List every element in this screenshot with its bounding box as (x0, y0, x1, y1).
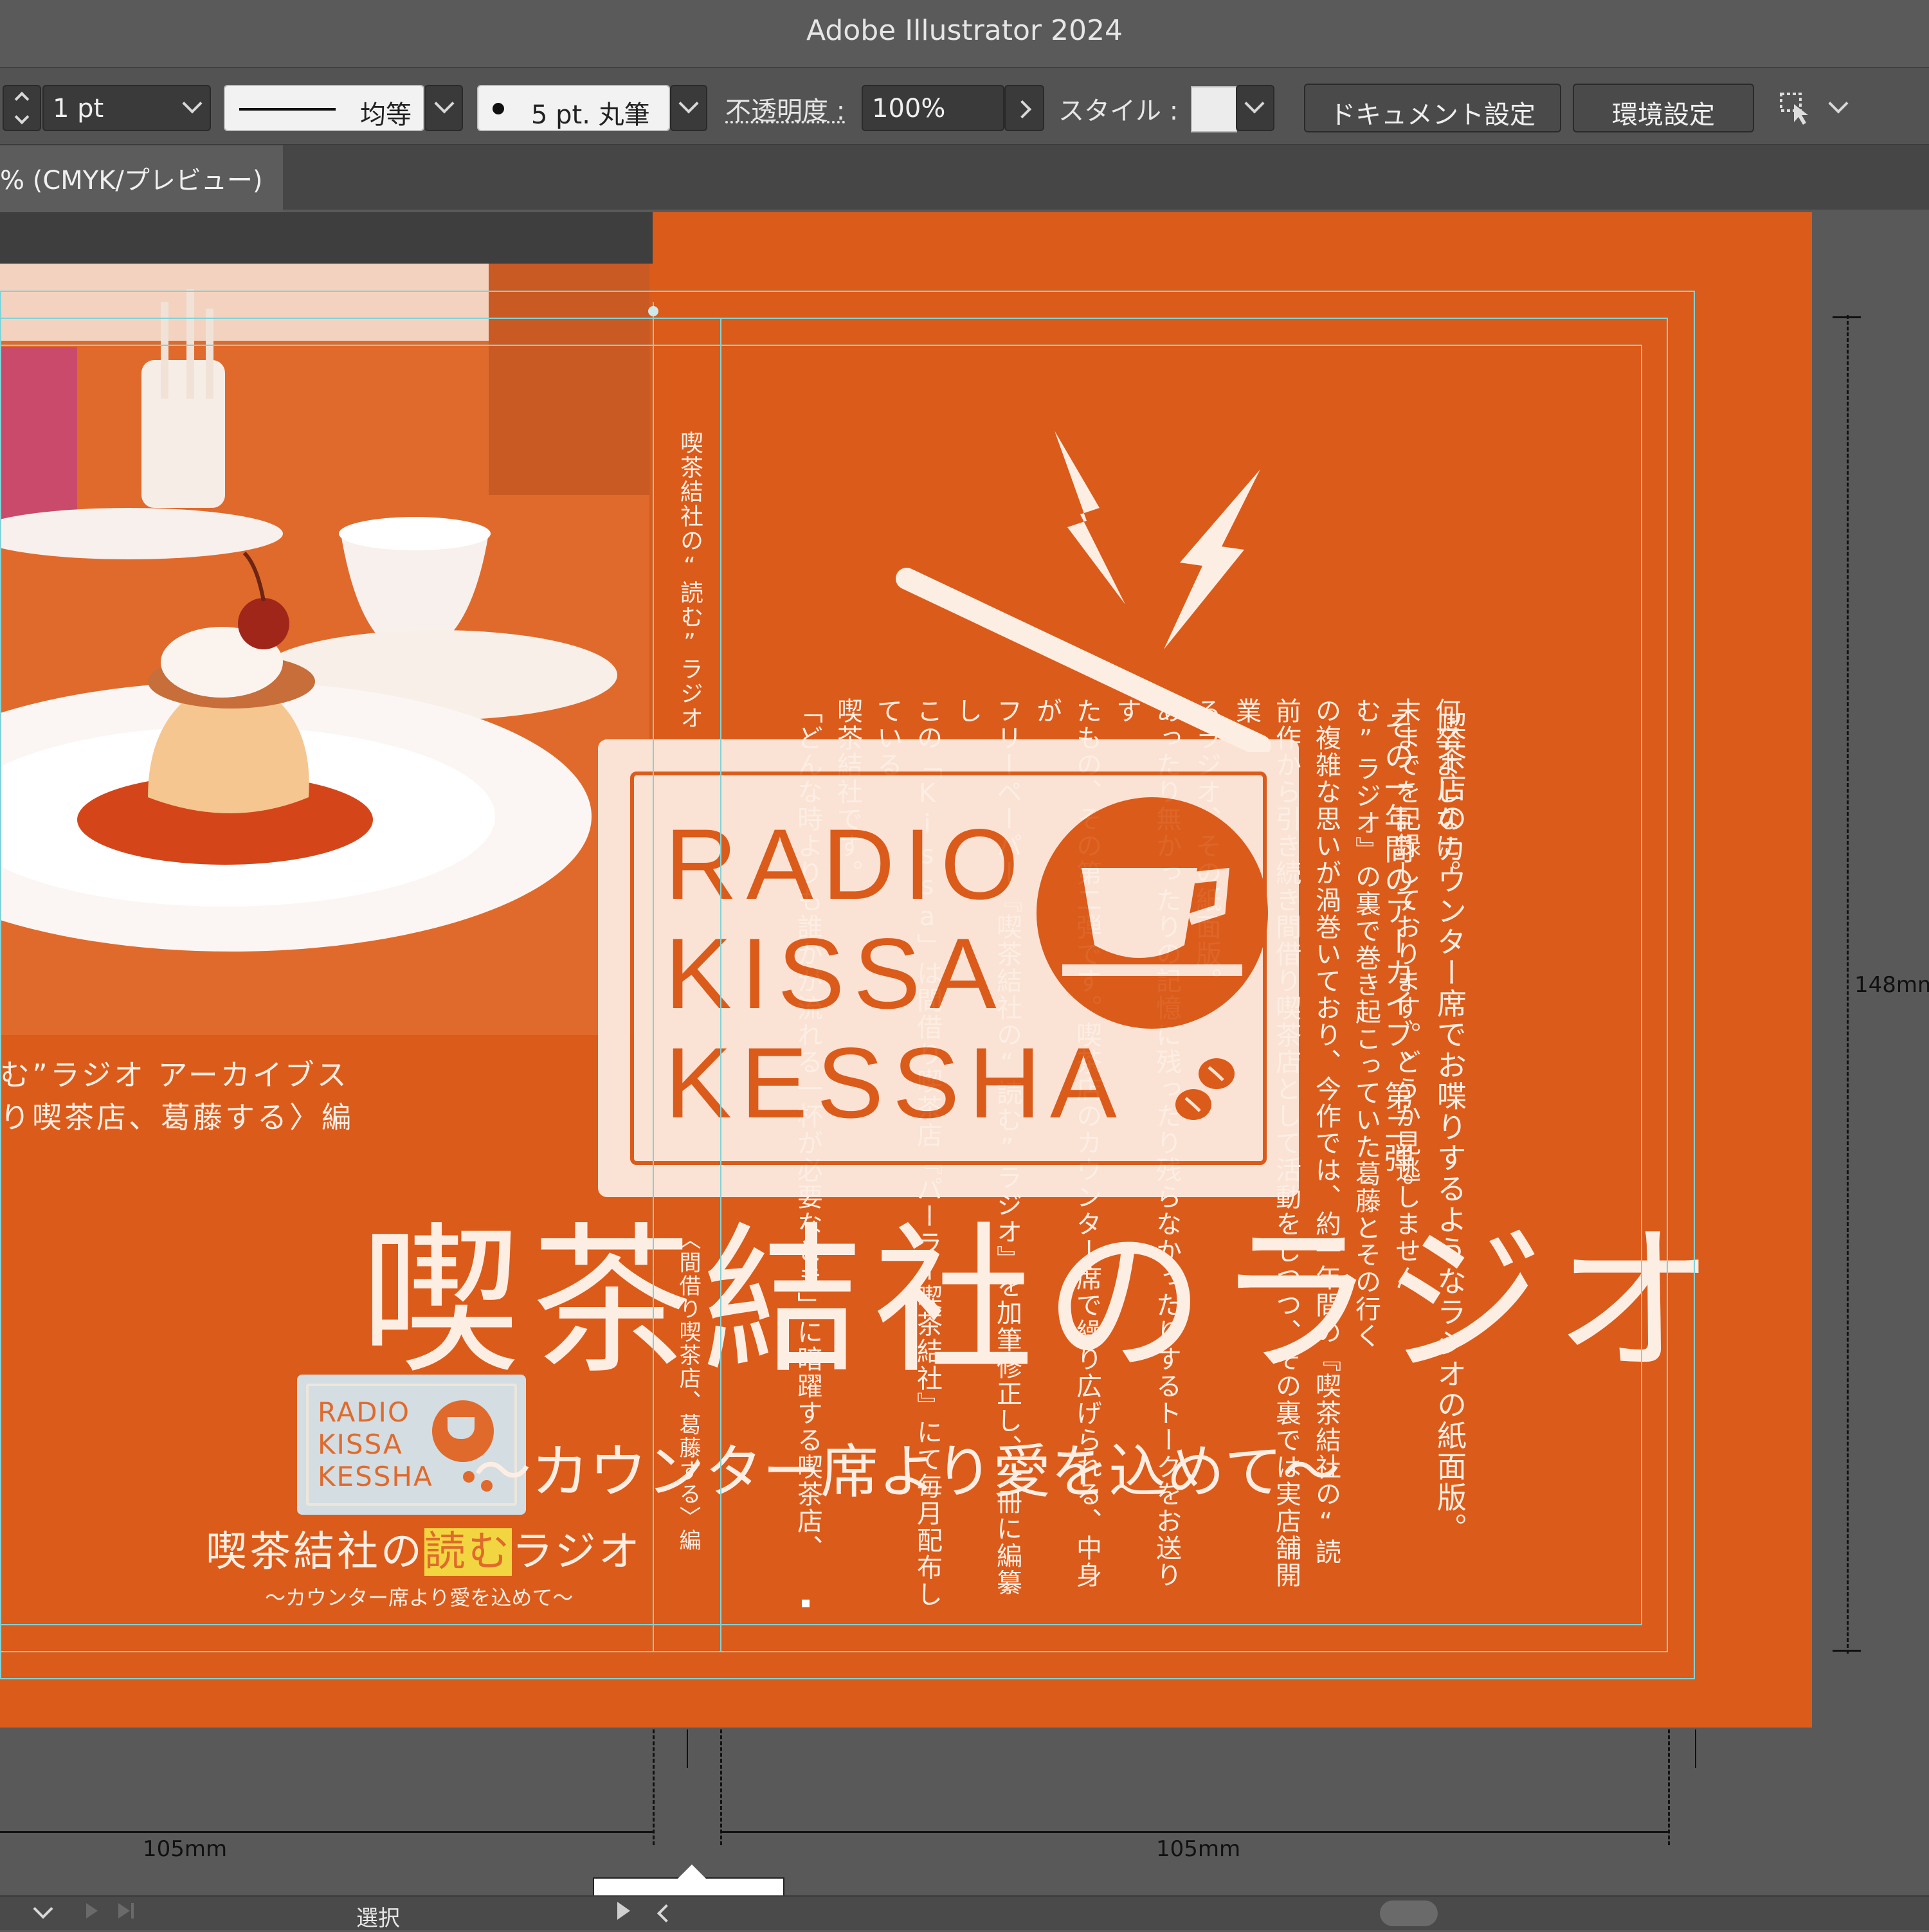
dimension-dash (653, 1729, 655, 1845)
chevron-down-icon[interactable] (1828, 93, 1849, 114)
play-icon[interactable] (86, 1903, 98, 1918)
brush-dot-icon (493, 103, 504, 114)
right-width-dimension-line (720, 1831, 1668, 1833)
last-artboard-bar (131, 1903, 134, 1918)
stroke-weight-field[interactable]: 1 pt (42, 85, 211, 131)
brush-label: 5 pt. 丸筆 (531, 100, 650, 130)
dimension-tick (1695, 1729, 1696, 1768)
height-dimension-tick-top (1833, 316, 1861, 318)
stroke-profile-select[interactable]: 均等 (224, 85, 424, 131)
height-dimension-line (1847, 315, 1849, 1654)
style-dropdown[interactable] (1236, 85, 1274, 131)
chevron-down-icon[interactable] (678, 93, 699, 114)
anchor-point[interactable] (648, 306, 658, 316)
safe-guide (0, 345, 1642, 1625)
brush-select[interactable]: 5 pt. 丸筆 (477, 85, 670, 131)
stroke-weight-stepper[interactable] (3, 85, 41, 131)
status-tool-label: 選択 (356, 1906, 400, 1931)
app-title: Adobe Illustrator 2024 (806, 14, 1123, 47)
dimension-dash (1668, 1729, 1670, 1845)
artboard-top-strip (0, 212, 653, 264)
chevron-left-icon[interactable] (657, 1904, 676, 1923)
arrange-documents-icon[interactable] (1777, 87, 1816, 126)
spine-guide-left (653, 302, 654, 1652)
style-label: スタイル : (1058, 96, 1179, 126)
spine-guide-right (720, 318, 721, 1652)
document-setup-label: ドキュメント設定 (1330, 100, 1535, 130)
document-tab[interactable]: % (CMYK/プレビュー) (0, 145, 283, 212)
height-dimension-tick-bottom (1833, 1650, 1861, 1652)
chevron-down-icon[interactable] (434, 93, 455, 114)
preferences-button[interactable]: 環境設定 (1573, 84, 1754, 132)
horizontal-scrollbar-thumb[interactable] (1380, 1900, 1438, 1926)
document-setup-button[interactable]: ドキュメント設定 (1304, 84, 1561, 132)
dimension-dash (720, 1729, 722, 1845)
dimension-tick (687, 1729, 688, 1768)
left-width-dimension-line (0, 1831, 653, 1833)
opacity-label[interactable]: 不透明度 : (725, 90, 845, 127)
status-play-icon[interactable] (617, 1902, 630, 1920)
chevron-down-icon[interactable] (1244, 93, 1265, 114)
preferences-label: 環境設定 (1612, 100, 1715, 130)
stroke-weight-value: 1 pt (53, 94, 104, 123)
chevron-down-icon[interactable] (33, 1899, 53, 1919)
stepper-down-icon[interactable] (14, 109, 30, 125)
right-width-label: 105mm (1156, 1836, 1241, 1862)
next-artboard-icon[interactable] (118, 1903, 130, 1918)
stroke-profile-dropdown[interactable] (424, 85, 463, 131)
title-bar: Adobe Illustrator 2024 (0, 0, 1929, 68)
brush-dropdown[interactable] (670, 85, 707, 131)
chevron-down-icon[interactable] (182, 93, 203, 114)
stroke-profile-label: 均等 (360, 100, 412, 130)
opacity-field[interactable]: 100% (862, 85, 1004, 131)
chevron-right-icon[interactable] (1013, 100, 1032, 119)
control-bar: 1 pt 均等 5 pt. 丸筆 不透明度 : 100% スタイル : ドキュメ… (0, 68, 1929, 145)
height-dimension-label: 148mm (1854, 972, 1929, 998)
status-bar: 選択 (0, 1895, 1929, 1931)
stepper-up-icon[interactable] (14, 91, 30, 107)
document-tab-strip (0, 145, 1929, 210)
document-tab-label: % (CMYK/プレビュー) (0, 166, 263, 195)
tooltip-pointer (678, 1864, 706, 1879)
opacity-expand[interactable] (1004, 85, 1044, 131)
stroke-line-icon (239, 108, 336, 111)
opacity-value: 100% (872, 94, 946, 123)
center-point-icon[interactable] (801, 1598, 811, 1609)
style-swatch[interactable] (1191, 86, 1237, 132)
left-width-label: 105mm (143, 1836, 228, 1862)
